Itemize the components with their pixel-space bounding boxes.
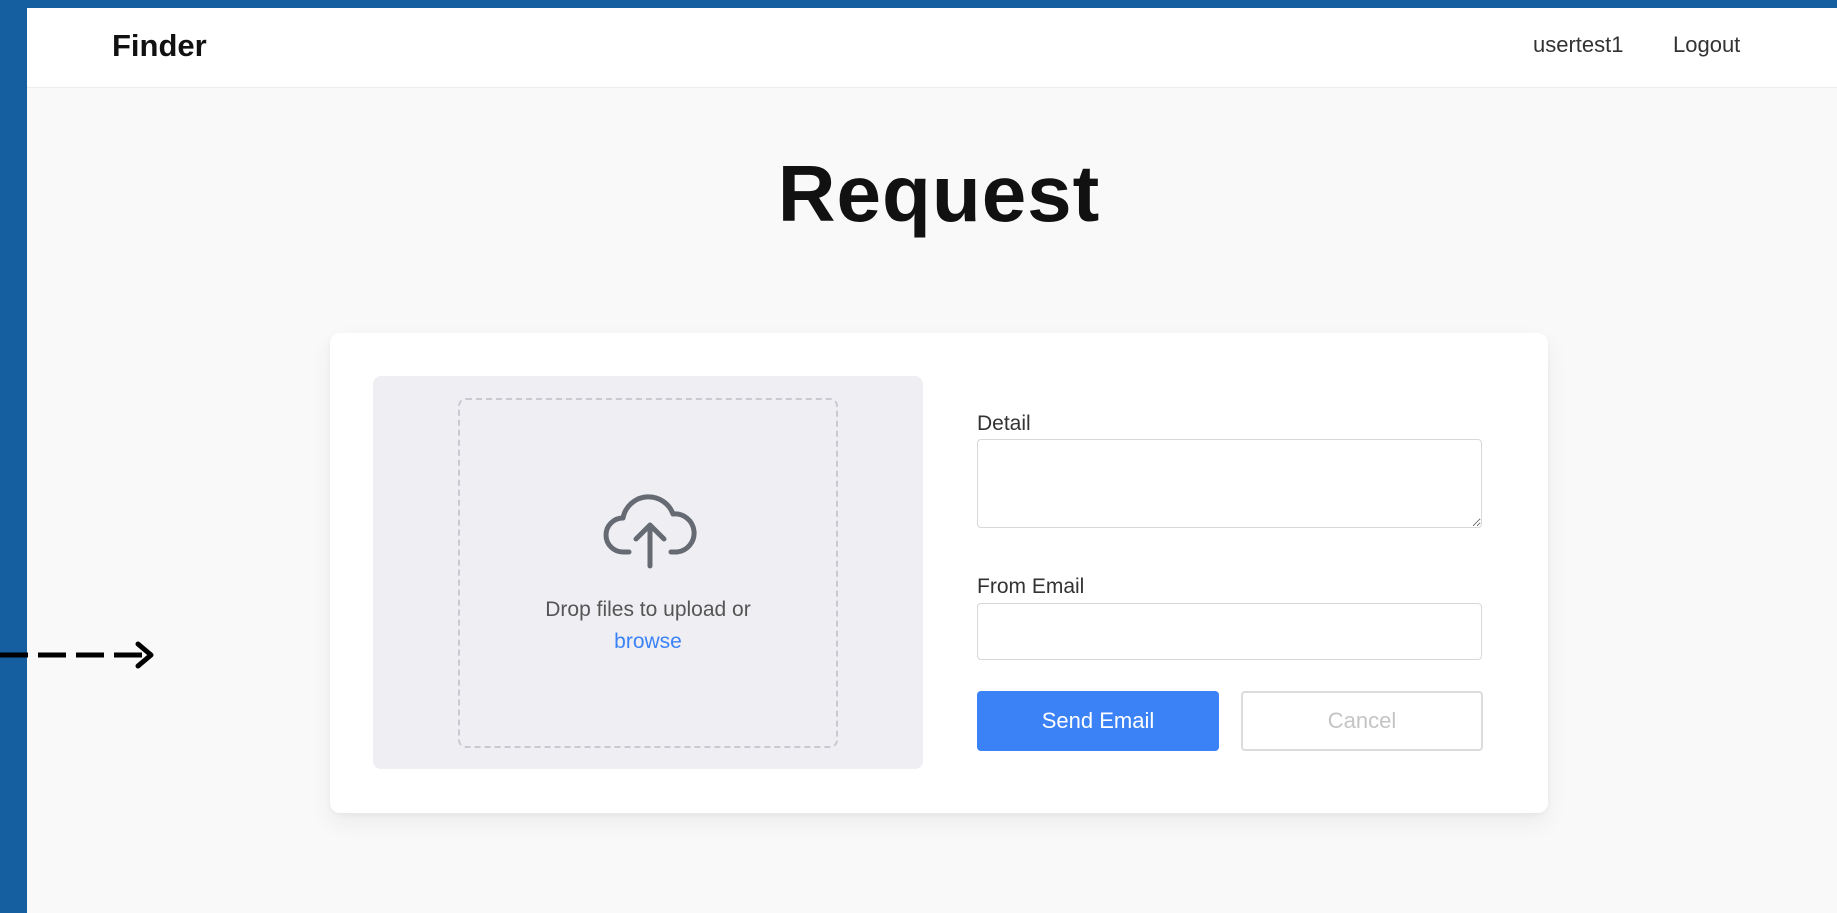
brand-logo[interactable]: Finder	[112, 28, 207, 64]
file-dropzone[interactable]: Drop files to upload or browse	[458, 398, 838, 748]
browse-link[interactable]: browse	[460, 630, 836, 654]
dashed-arrow-annotation	[0, 641, 154, 669]
page-title: Request	[777, 149, 1101, 238]
logout-link[interactable]: Logout	[1673, 32, 1740, 58]
drop-files-text: Drop files to upload or	[545, 598, 751, 621]
from-email-label: From Email	[977, 575, 1085, 598]
upload-panel: Drop files to upload or browse	[373, 376, 923, 769]
request-card: Drop files to upload or browse Detail Fr…	[330, 333, 1548, 813]
detail-label: Detail	[977, 412, 1031, 435]
app-window: Finder usertest1 Logout Request Drop fil…	[27, 8, 1837, 913]
cloud-upload-icon	[603, 494, 697, 569]
user-name[interactable]: usertest1	[1533, 32, 1624, 58]
cancel-button[interactable]: Cancel	[1241, 691, 1483, 751]
send-email-button[interactable]: Send Email	[977, 691, 1219, 751]
from-email-input[interactable]	[977, 603, 1482, 660]
top-navbar: Finder usertest1 Logout	[27, 8, 1837, 88]
detail-textarea[interactable]	[977, 439, 1482, 528]
